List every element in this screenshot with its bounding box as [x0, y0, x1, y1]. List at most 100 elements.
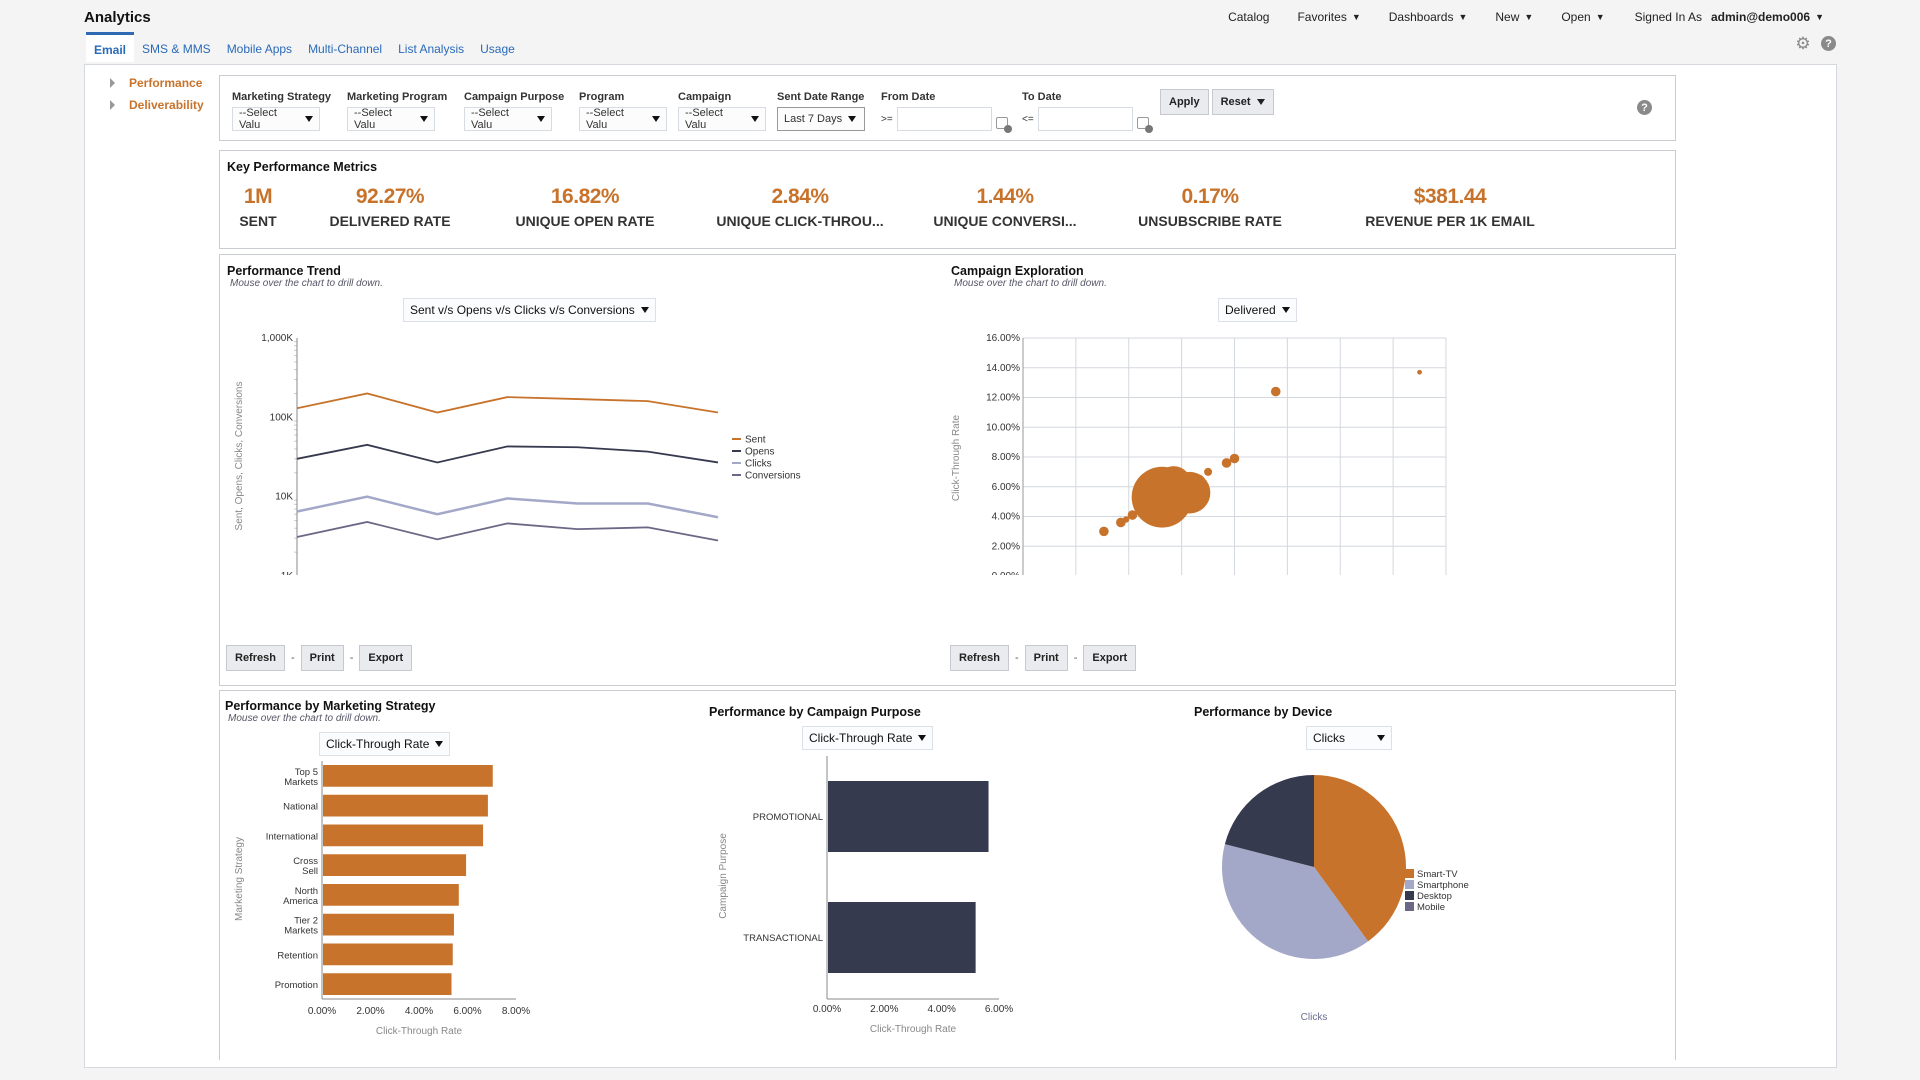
kpi-unsubscribe-rate[interactable]: 0.17% UNSUBSCRIBE RATE: [1120, 185, 1300, 229]
select-value: --Select Valu: [586, 107, 624, 131]
trend-measure-select[interactable]: Sent v/s Opens v/s Clicks v/s Conversion…: [403, 298, 656, 322]
bubble-point: [1189, 474, 1206, 491]
expand-triangle-icon: [110, 78, 115, 88]
y-tick-label: 14.00%: [986, 363, 1020, 374]
series-line-clicks: [296, 495, 719, 519]
calendar-icon[interactable]: [1136, 117, 1153, 133]
device-pie-chart[interactable]: Smart-TVSmartphoneDesktopMobile Clicks: [1190, 756, 1550, 1056]
export-label: Export: [368, 652, 404, 664]
sent-date-range-select[interactable]: Last 7 Days: [777, 107, 865, 131]
tab-usage[interactable]: Usage: [472, 32, 523, 62]
print-button[interactable]: Print: [1024, 645, 1068, 671]
kpi-unique-conversion[interactable]: 1.44% UNIQUE CONVERSI...: [920, 185, 1090, 229]
export-button[interactable]: Export: [359, 645, 413, 671]
refresh-button[interactable]: Refresh: [226, 645, 285, 671]
legend-label: Smart-TV: [1417, 869, 1458, 880]
strategy-chart-title: Performance by Marketing Strategy: [225, 699, 436, 713]
tab-mobile-apps[interactable]: Mobile Apps: [219, 32, 300, 62]
refresh-button[interactable]: Refresh: [950, 645, 1009, 671]
new-menu[interactable]: New ▼: [1495, 10, 1533, 24]
purpose-measure-select[interactable]: Click-Through Rate: [802, 726, 934, 750]
kpi-sent[interactable]: 1M SENT: [228, 185, 288, 229]
select-value: Click-Through Rate: [809, 731, 913, 745]
series-line-opens: [296, 443, 719, 464]
caret-down-icon: ▼: [1351, 12, 1361, 22]
filter-label: Sent Date Range: [777, 91, 865, 103]
favorites-label: Favorites: [1297, 10, 1347, 24]
device-chart-title: Performance by Device: [1194, 705, 1333, 719]
reset-button[interactable]: Reset: [1211, 89, 1274, 115]
campaign-purpose-select[interactable]: --Select Valu: [464, 107, 552, 131]
filter-label: Program: [579, 91, 625, 103]
apply-button[interactable]: Apply: [1160, 89, 1209, 115]
x-tick-label: 6.00%: [985, 1004, 1013, 1015]
sidenav-item-performance[interactable]: Performance: [110, 72, 204, 94]
favorites-menu[interactable]: Favorites ▼: [1297, 10, 1360, 24]
performance-trend-chart[interactable]: 1K10K100K1,000K16 July 20201718192021Sen…: [220, 325, 840, 575]
performance-trend-title: Performance Trend: [227, 264, 341, 278]
marketing-strategy-select[interactable]: --Select Valu: [232, 107, 320, 131]
expand-triangle-icon: [110, 100, 115, 110]
user-menu[interactable]: admin@demo006 ▼: [1711, 10, 1824, 24]
caret-down-icon: [652, 116, 660, 122]
help-icon[interactable]: ?: [1821, 36, 1836, 51]
filter-label: Marketing Program: [347, 91, 448, 103]
kpi-delivered-rate[interactable]: 92.27% DELIVERED RATE: [320, 185, 460, 229]
help-icon[interactable]: ?: [1637, 100, 1652, 115]
reset-label: Reset: [1220, 96, 1251, 108]
category-label: Sell: [302, 866, 318, 877]
kpi-unique-open-rate[interactable]: 16.82% UNIQUE OPEN RATE: [505, 185, 665, 229]
strategy-measure-select[interactable]: Click-Through Rate: [319, 732, 451, 756]
program-select[interactable]: --Select Valu: [579, 107, 667, 131]
filter-label: Campaign: [678, 91, 732, 103]
y-axis-title: Marketing Strategy: [234, 837, 245, 921]
campaign-select[interactable]: --Select Valu: [678, 107, 766, 131]
caret-down-icon: [640, 307, 649, 313]
to-date-input[interactable]: [1037, 107, 1133, 131]
kpi-label: UNIQUE CLICK-THROU...: [716, 213, 884, 229]
separator: -: [1014, 652, 1019, 664]
strategy-bar-chart[interactable]: Top 5MarketsNationalInternationalCrossSe…: [220, 761, 550, 1061]
legend-label: Opens: [745, 447, 774, 458]
open-menu[interactable]: Open ▼: [1561, 10, 1604, 24]
campaign-exploration-chart[interactable]: 0.00%1.00%2.00%3.00%4.00%5.00%6.00%7.00%…: [940, 325, 1560, 575]
kpi-label: DELIVERED RATE: [329, 213, 451, 229]
username: admin@demo006: [1711, 10, 1811, 24]
export-button[interactable]: Export: [1083, 645, 1137, 671]
select-value: --Select Valu: [239, 107, 277, 131]
tab-email[interactable]: Email: [86, 32, 135, 62]
caret-down-icon: [751, 116, 759, 122]
tab-sms-mms[interactable]: SMS & MMS: [134, 32, 219, 62]
gear-icon[interactable]: ⚙: [1795, 35, 1811, 52]
device-measure-select[interactable]: Clicks: [1306, 726, 1392, 750]
category-label: Markets: [284, 926, 318, 937]
y-axis-title: Campaign Purpose: [718, 833, 729, 919]
dashboards-menu[interactable]: Dashboards ▼: [1389, 10, 1468, 24]
tab-multi-channel[interactable]: Multi-Channel: [300, 32, 390, 62]
exploration-measure-select[interactable]: Delivered: [1218, 298, 1297, 322]
x-tick-label: 2.00%: [870, 1004, 898, 1015]
kpi-unique-click-through[interactable]: 2.84% UNIQUE CLICK-THROU...: [705, 185, 895, 229]
marketing-program-select[interactable]: --Select Valu: [347, 107, 435, 131]
open-label: Open: [1561, 10, 1591, 24]
y-tick-label: 1K: [281, 571, 294, 575]
campaign-exploration-header: Campaign Exploration Mouse over the char…: [951, 264, 1107, 289]
kpi-revenue-per-1k[interactable]: $381.44 REVENUE PER 1K EMAIL: [1350, 185, 1550, 229]
sidenav-item-deliverability[interactable]: Deliverability: [110, 94, 204, 116]
purpose-chart-title: Performance by Campaign Purpose: [709, 705, 921, 719]
catalog-link[interactable]: Catalog: [1228, 10, 1269, 24]
filter-panel: Marketing Strategy --Select Valu Marketi…: [219, 75, 1676, 141]
caret-down-icon: [1377, 735, 1385, 741]
caret-down-icon: [918, 735, 927, 741]
bubble-point: [1204, 467, 1213, 476]
tab-list-analysis[interactable]: List Analysis: [390, 32, 472, 62]
calendar-icon[interactable]: [995, 117, 1012, 133]
x-axis-title: Click-Through Rate: [870, 1024, 957, 1035]
y-tick-label: 10.00%: [986, 422, 1020, 433]
purpose-bar-chart[interactable]: PROMOTIONAL TRANSACTIONAL 0.00% 2.00% 4.00% 6…: [700, 756, 1040, 1056]
from-date-input[interactable]: [896, 107, 992, 131]
refresh-label: Refresh: [235, 652, 276, 664]
print-button[interactable]: Print: [300, 645, 344, 671]
filter-label: Campaign Purpose: [464, 91, 565, 103]
y-tick-label: 4.00%: [992, 512, 1020, 523]
